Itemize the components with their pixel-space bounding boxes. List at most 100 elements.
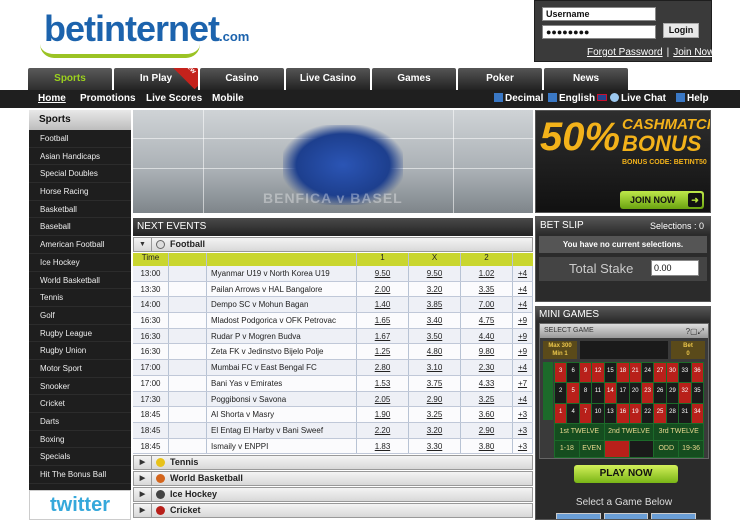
roulette-number[interactable]: 9	[579, 363, 592, 383]
roulette-number[interactable]: 22	[641, 403, 654, 423]
odds-home[interactable]: 1.40	[357, 297, 409, 313]
odds-draw[interactable]: 3.30	[409, 438, 461, 454]
sidebar-item[interactable]: Ice Hockey	[29, 254, 131, 272]
roulette-number[interactable]: 36	[691, 363, 703, 383]
sidebar-item[interactable]: Hit The Bonus Ball	[29, 466, 131, 484]
roulette-number[interactable]: 4	[567, 403, 579, 423]
odds-away[interactable]: 4.40	[461, 328, 513, 344]
roulette-number[interactable]: 32	[679, 383, 691, 403]
outside-bet[interactable]: EVEN	[579, 441, 604, 457]
sidebar-item[interactable]: Baseball	[29, 218, 131, 237]
more-markets-link[interactable]: +4	[513, 297, 533, 313]
tab-in-play[interactable]: In PlayNew	[114, 68, 198, 90]
expand-icon[interactable]: ▶	[134, 456, 152, 470]
more-markets-link[interactable]: +7	[513, 375, 533, 391]
sidebar-item[interactable]: Golf	[29, 307, 131, 325]
expand-icon[interactable]: ▶	[134, 488, 152, 502]
roulette-number[interactable]: 26	[654, 383, 666, 403]
roulette-number[interactable]: 27	[654, 363, 666, 383]
collapse-icon[interactable]: ▼	[134, 238, 152, 251]
sidebar-item[interactable]: Special Doubles	[29, 165, 131, 184]
odds-draw[interactable]: 3.50	[409, 328, 461, 344]
odds-away[interactable]: 3.35	[461, 281, 513, 297]
odds-home[interactable]: 2.00	[357, 281, 409, 297]
roulette-number[interactable]: 33	[679, 363, 691, 383]
nav-mobile[interactable]: Mobile	[212, 93, 244, 104]
more-markets-link[interactable]: +9	[513, 344, 533, 360]
dozen-bet[interactable]: 3rd TWELVE	[654, 424, 703, 440]
sidebar-item[interactable]: Football	[29, 130, 131, 148]
tab-casino[interactable]: Casino	[200, 68, 284, 90]
more-markets-link[interactable]: +4	[513, 266, 533, 281]
nav-decimal[interactable]: Decimal	[494, 93, 543, 104]
odds-draw[interactable]: 3.40	[409, 313, 461, 328]
sidebar-item[interactable]: Basketball	[29, 201, 131, 219]
odds-home[interactable]: 2.05	[357, 391, 409, 407]
nav-promotions[interactable]: Promotions	[80, 93, 136, 104]
game-thumbnail[interactable]	[651, 513, 697, 519]
featured-match-banner[interactable]: BENFICA v BASEL	[133, 110, 533, 213]
roulette-number[interactable]: 6	[567, 363, 579, 383]
more-markets-link[interactable]: +3	[513, 438, 533, 454]
roulette-number[interactable]: 2	[555, 383, 567, 403]
sidebar-item[interactable]: Rugby League	[29, 325, 131, 343]
help-icon[interactable]: ?▢⤢	[686, 325, 704, 339]
roulette-number[interactable]: 34	[691, 403, 703, 423]
expand-icon[interactable]: ▶	[134, 504, 152, 518]
sport-row-collapsed[interactable]: ▶ Tennis	[133, 455, 533, 471]
odds-draw[interactable]: 3.20	[409, 281, 461, 297]
odds-draw[interactable]: 4.80	[409, 344, 461, 360]
odds-draw[interactable]: 9.50	[409, 266, 461, 281]
odds-home[interactable]: 1.67	[357, 328, 409, 344]
tab-sports[interactable]: Sports	[28, 68, 112, 90]
sidebar-item[interactable]: Cricket	[29, 395, 131, 413]
sport-row-collapsed[interactable]: ▶ Cricket	[133, 503, 533, 519]
bonus-promo[interactable]: 50% CASHMATCH BONUS BONUS CODE: BETINT50 …	[535, 110, 711, 213]
roulette-game[interactable]: SELECT GAME ?▢⤢ Max 300 Min 1 Bet 0 3 6 9 12 1…	[539, 323, 709, 459]
more-markets-link[interactable]: +4	[513, 281, 533, 297]
roulette-number[interactable]: 12	[592, 363, 604, 383]
sidebar-item[interactable]: World Basketball	[29, 272, 131, 290]
odds-away[interactable]: 9.80	[461, 344, 513, 360]
roulette-number[interactable]: 20	[629, 383, 641, 403]
sidebar-item[interactable]: Boxing	[29, 431, 131, 449]
more-markets-link[interactable]: +9	[513, 328, 533, 344]
odds-draw[interactable]: 3.85	[409, 297, 461, 313]
odds-draw[interactable]: 3.25	[409, 407, 461, 422]
roulette-number[interactable]: 21	[629, 363, 641, 383]
tab-news[interactable]: News	[544, 68, 628, 90]
more-markets-link[interactable]: +3	[513, 407, 533, 422]
sport-row-open[interactable]: ▼ Football	[133, 237, 533, 252]
forgot-password-link[interactable]: Forgot Password	[587, 47, 663, 58]
roulette-number[interactable]: 15	[604, 363, 617, 383]
roulette-number[interactable]: 3	[555, 363, 567, 383]
roulette-number[interactable]: 1	[555, 403, 567, 423]
roulette-zero[interactable]	[543, 362, 553, 420]
roulette-number[interactable]: 10	[592, 403, 604, 423]
black-bet[interactable]	[629, 441, 654, 457]
more-markets-link[interactable]: +4	[513, 360, 533, 375]
sidebar-item[interactable]: Snooker	[29, 378, 131, 396]
nav-live-scores[interactable]: Live Scores	[146, 93, 202, 104]
sidebar-item[interactable]: Motor Sport	[29, 360, 131, 378]
more-markets-link[interactable]: +9	[513, 313, 533, 328]
roulette-number[interactable]: 14	[604, 383, 617, 403]
roulette-number[interactable]: 25	[654, 403, 666, 423]
roulette-number[interactable]: 17	[617, 383, 629, 403]
tab-live-casino[interactable]: Live Casino	[286, 68, 370, 90]
roulette-number[interactable]: 13	[604, 403, 617, 423]
select-game-label[interactable]: SELECT GAME	[544, 327, 594, 334]
odds-draw[interactable]: 3.10	[409, 360, 461, 375]
more-markets-link[interactable]: +3	[513, 422, 533, 438]
join-now-button[interactable]: JOIN NOW ➜	[620, 191, 704, 209]
roulette-number[interactable]: 11	[592, 383, 604, 403]
join-now-link[interactable]: Join Now	[673, 47, 714, 58]
roulette-number[interactable]: 7	[579, 403, 592, 423]
nav-live-chat[interactable]: Live Chat	[610, 93, 666, 104]
odds-away[interactable]: 2.90	[461, 422, 513, 438]
roulette-number[interactable]: 8	[579, 383, 592, 403]
odds-home[interactable]: 1.83	[357, 438, 409, 454]
nav-help[interactable]: Help	[676, 93, 709, 104]
odds-away[interactable]: 4.75	[461, 313, 513, 328]
odds-home[interactable]: 2.80	[357, 360, 409, 375]
